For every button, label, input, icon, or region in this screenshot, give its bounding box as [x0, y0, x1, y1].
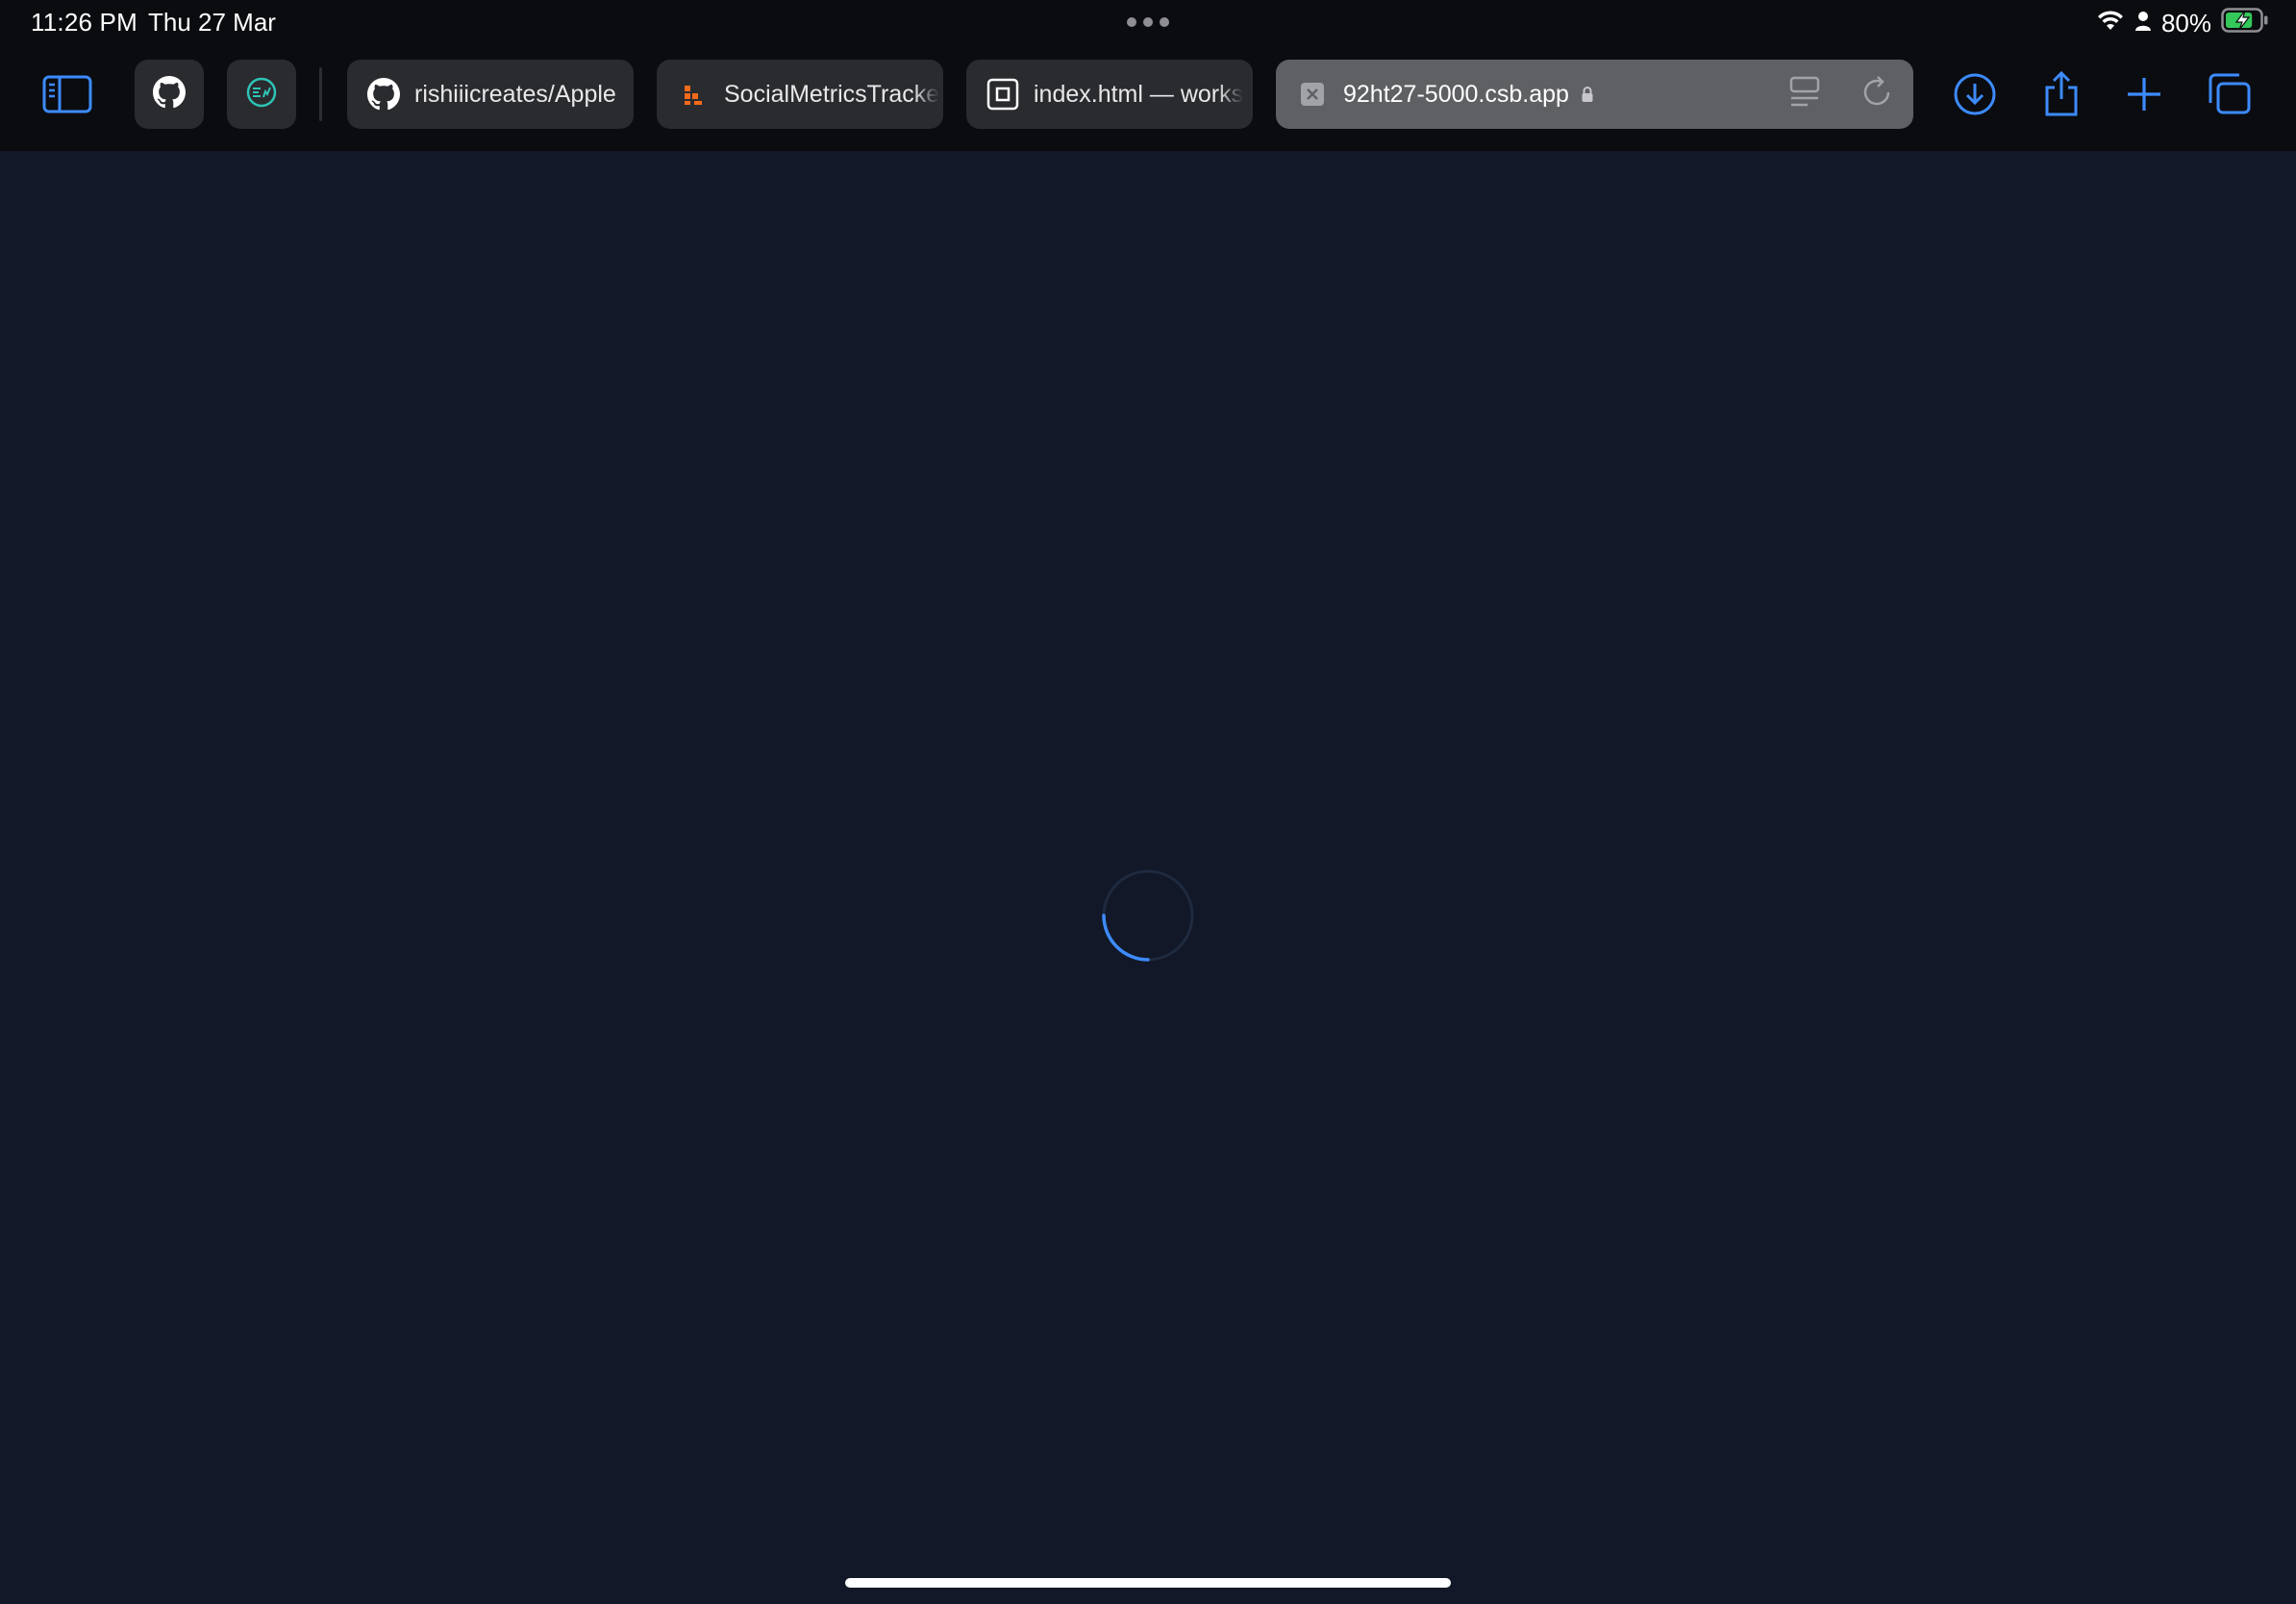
tab-social-metrics[interactable]: SocialMetricsTracke: [657, 60, 943, 129]
tab-github-repo[interactable]: rishiiicreates/Apple: [347, 60, 634, 129]
close-tab-icon[interactable]: [1295, 77, 1330, 112]
lock-icon: [1581, 86, 1594, 103]
dots-logo-icon: [676, 77, 711, 112]
sidebar-icon[interactable]: [40, 60, 94, 129]
download-icon[interactable]: [1952, 60, 1998, 129]
loading-spinner-icon: [1100, 867, 1196, 964]
status-date: Thu 27 Mar: [148, 8, 276, 37]
url-field[interactable]: 92ht27-5000.csb.app: [1343, 81, 1569, 109]
tab-index-html[interactable]: index.html — works: [966, 60, 1253, 129]
tab-label: SocialMetricsTracke: [724, 80, 940, 108]
github-icon: [366, 77, 401, 112]
status-indicators: 80%: [2096, 6, 2269, 40]
square-frame-icon: [986, 77, 1020, 112]
github-icon: [153, 75, 186, 113]
multitasking-dots-icon[interactable]: [1127, 17, 1169, 27]
pinned-tab-analytics[interactable]: [227, 60, 296, 129]
home-indicator[interactable]: [845, 1578, 1451, 1588]
tab-label: index.html — works: [1034, 80, 1244, 108]
wifi-icon: [2096, 9, 2125, 38]
share-icon[interactable]: [2040, 60, 2083, 129]
reload-icon[interactable]: [1859, 75, 1894, 114]
person-icon: [2134, 9, 2152, 38]
plus-icon[interactable]: [2123, 60, 2165, 129]
status-bar: 11:26 PM Thu 27 Mar 80%: [0, 0, 2296, 46]
browser-chrome: 11:26 PM Thu 27 Mar 80% rishiiicreates/A…: [0, 0, 2296, 151]
battery-icon: [2221, 7, 2269, 39]
pinned-divider: [319, 67, 322, 121]
status-time: 11:26 PM: [31, 8, 137, 37]
toolbar: rishiiicreates/Apple SocialMetricsTracke: [0, 60, 2296, 129]
tabs-overview-icon[interactable]: [2206, 60, 2254, 129]
globe-chart-icon: [245, 76, 278, 113]
pinned-tab-github[interactable]: [135, 60, 204, 129]
reader-mode-icon[interactable]: [1788, 75, 1821, 114]
tab-active-url[interactable]: 92ht27-5000.csb.app: [1276, 60, 1913, 129]
tab-label: rishiiicreates/Apple: [414, 80, 616, 108]
battery-percent: 80%: [2160, 8, 2211, 38]
